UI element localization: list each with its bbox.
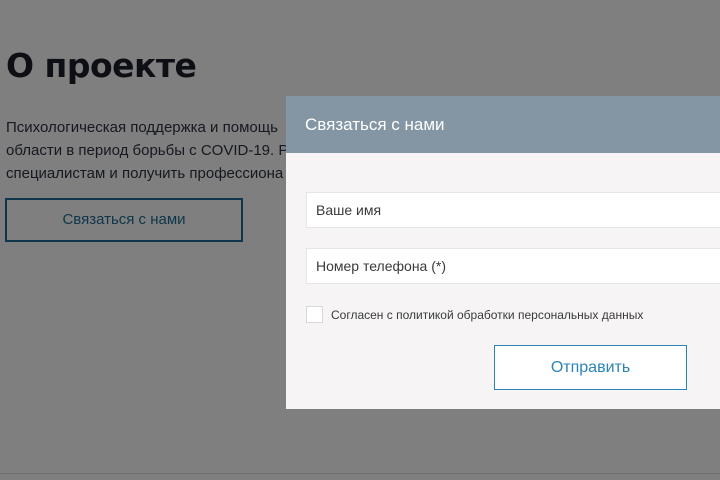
submit-button[interactable]: Отправить (494, 345, 687, 390)
modal-header: Связаться с нами (286, 96, 720, 153)
contact-modal: Связаться с нами Согласен с политикой об… (286, 96, 720, 409)
modal-title: Связаться с нами (305, 115, 445, 134)
consent-label[interactable]: Согласен с политикой обработки персональ… (331, 308, 643, 322)
phone-input[interactable] (306, 248, 720, 284)
name-input[interactable] (306, 192, 720, 228)
consent-checkbox[interactable] (306, 306, 323, 323)
